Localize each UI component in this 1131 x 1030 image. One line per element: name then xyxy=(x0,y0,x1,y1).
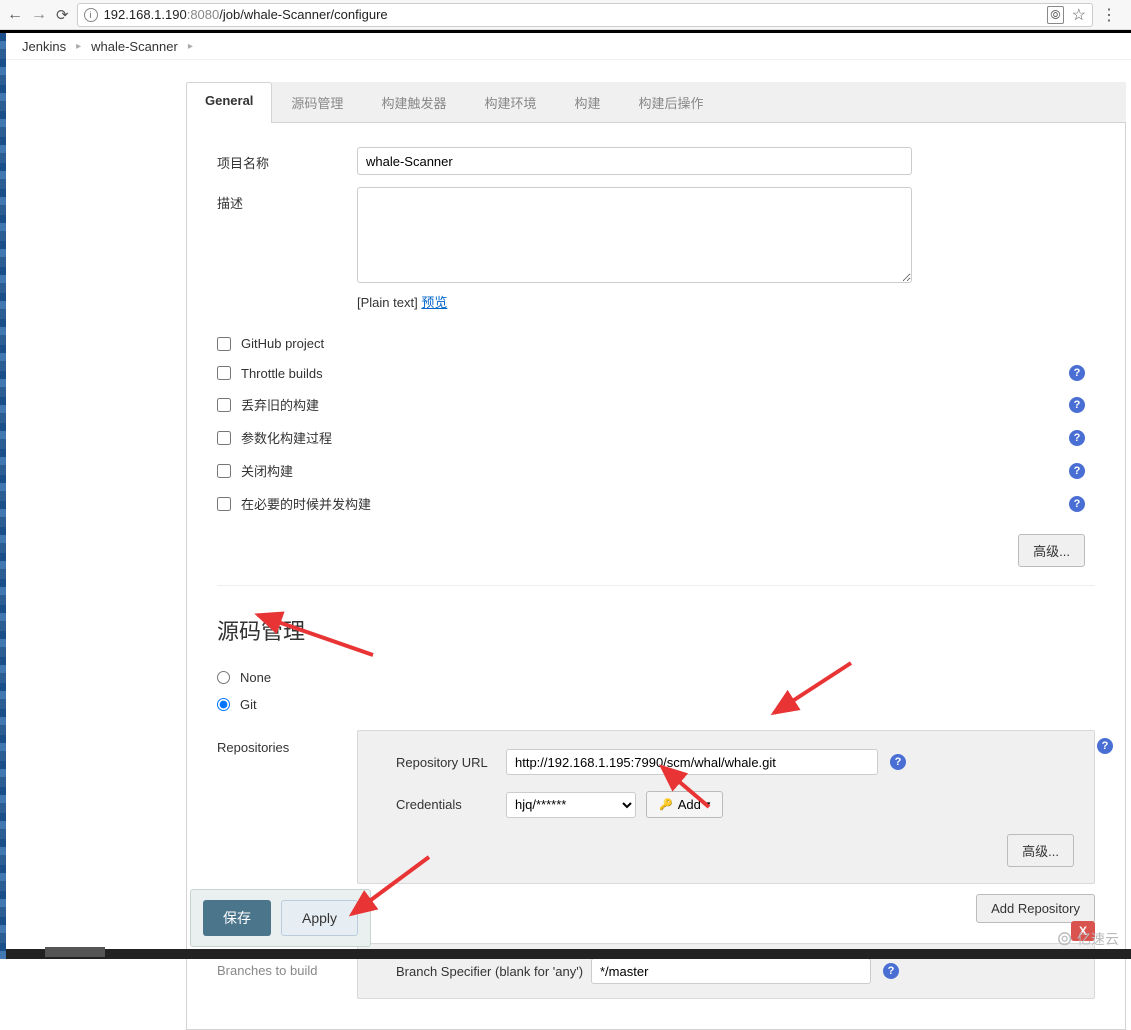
save-button[interactable]: 保存 xyxy=(203,900,271,936)
chk-parameterized[interactable] xyxy=(217,431,231,445)
config-tabs: General 源码管理 构建触发器 构建环境 构建 构建后操作 xyxy=(186,82,1126,123)
chk-github-project[interactable] xyxy=(217,337,231,351)
radio-scm-git[interactable] xyxy=(217,698,230,711)
tab-env[interactable]: 构建环境 xyxy=(465,82,555,122)
url-host: 192.168.1.190 xyxy=(104,7,187,22)
add-repository-button[interactable]: Add Repository xyxy=(976,894,1095,923)
url-port: :8080 xyxy=(187,7,220,22)
chevron-down-icon: ▾ xyxy=(706,799,711,810)
forward-button[interactable]: → xyxy=(30,6,48,24)
repository-block: Repository URL ? Credentials hjq/****** xyxy=(357,730,1095,884)
help-icon[interactable]: ? xyxy=(1069,496,1085,512)
chevron-right-icon: ▸ xyxy=(188,41,193,52)
add-label: Add xyxy=(678,797,701,812)
chk-label: GitHub project xyxy=(241,336,1095,351)
tab-postbuild[interactable]: 构建后操作 xyxy=(619,82,722,122)
left-edge-strip xyxy=(0,33,6,959)
crumb-job[interactable]: whale-Scanner xyxy=(91,39,178,54)
preview-link[interactable]: 预览 xyxy=(421,295,447,310)
chk-label: 参数化构建过程 xyxy=(241,428,1069,447)
watermark-text: 亿速云 xyxy=(1077,929,1119,949)
tab-build[interactable]: 构建 xyxy=(555,82,619,122)
watermark: ⊚ 亿速云 xyxy=(1056,926,1119,951)
sticky-footer: 保存 Apply xyxy=(190,889,371,947)
chk-throttle-builds[interactable] xyxy=(217,366,231,380)
advanced-button[interactable]: 高级... xyxy=(1018,534,1085,567)
repo-advanced-button[interactable]: 高级... xyxy=(1007,834,1074,867)
help-icon[interactable]: ? xyxy=(1069,463,1085,479)
project-name-label: 项目名称 xyxy=(217,147,357,175)
help-icon[interactable]: ? xyxy=(1069,430,1085,446)
chk-concurrent[interactable] xyxy=(217,497,231,511)
help-icon[interactable]: ? xyxy=(1069,365,1085,381)
chk-label: Throttle builds xyxy=(241,366,1069,381)
reload-button[interactable]: ⟳ xyxy=(56,6,69,24)
chk-label: 在必要的时候并发构建 xyxy=(241,494,1069,513)
chevron-right-icon: ▸ xyxy=(76,41,81,52)
watermark-logo-icon: ⊚ xyxy=(1056,926,1073,951)
description-textarea[interactable] xyxy=(357,187,912,283)
breadcrumb: Jenkins ▸ whale-Scanner ▸ xyxy=(0,33,1131,60)
branch-spec-input[interactable] xyxy=(591,958,871,984)
translate-icon[interactable]: ⦾ xyxy=(1047,6,1063,24)
tab-scm[interactable]: 源码管理 xyxy=(272,82,362,122)
help-icon[interactable]: ? xyxy=(1097,738,1113,754)
crumb-jenkins[interactable]: Jenkins xyxy=(22,39,66,54)
help-icon[interactable]: ? xyxy=(890,754,906,770)
browser-menu-icon[interactable]: ⋮ xyxy=(1093,5,1125,25)
chk-label: 丢弃旧的构建 xyxy=(241,395,1069,414)
info-icon[interactable]: i xyxy=(84,8,98,22)
chk-label: 关闭构建 xyxy=(241,461,1069,480)
radio-scm-none[interactable] xyxy=(217,671,230,684)
radio-label-none: None xyxy=(240,670,271,685)
url-bar[interactable]: i 192.168.1.190:8080/job/whale-Scanner/c… xyxy=(77,3,1093,27)
project-name-input[interactable] xyxy=(357,147,912,175)
key-icon: 🔑 xyxy=(659,798,673,811)
tab-general[interactable]: General xyxy=(186,82,272,123)
apply-button[interactable]: Apply xyxy=(281,900,358,936)
repo-url-input[interactable] xyxy=(506,749,878,775)
chk-discard-old[interactable] xyxy=(217,398,231,412)
branch-spec-label: Branch Specifier (blank for 'any') xyxy=(396,964,591,979)
back-button[interactable]: ← xyxy=(6,6,24,24)
help-icon[interactable]: ? xyxy=(1069,397,1085,413)
description-label: 描述 xyxy=(217,187,357,311)
repo-url-label: Repository URL xyxy=(396,755,506,770)
credentials-select[interactable]: hjq/****** xyxy=(506,792,636,818)
browser-toolbar: ← → ⟳ i 192.168.1.190:8080/job/whale-Sca… xyxy=(0,0,1131,30)
scm-heading: 源码管理 xyxy=(217,614,1095,646)
bookmark-star-icon[interactable]: ☆ xyxy=(1072,5,1086,25)
chk-disable-build[interactable] xyxy=(217,464,231,478)
credentials-label: Credentials xyxy=(396,797,506,812)
help-icon[interactable]: ? xyxy=(883,963,899,979)
radio-label-git: Git xyxy=(240,697,257,712)
add-credentials-button[interactable]: 🔑 Add ▾ xyxy=(646,791,723,818)
url-path: /job/whale-Scanner/configure xyxy=(219,7,387,22)
plain-text-label: [Plain text] xyxy=(357,295,418,310)
bottom-edge-bar xyxy=(0,949,1131,959)
tab-triggers[interactable]: 构建触发器 xyxy=(362,82,465,122)
